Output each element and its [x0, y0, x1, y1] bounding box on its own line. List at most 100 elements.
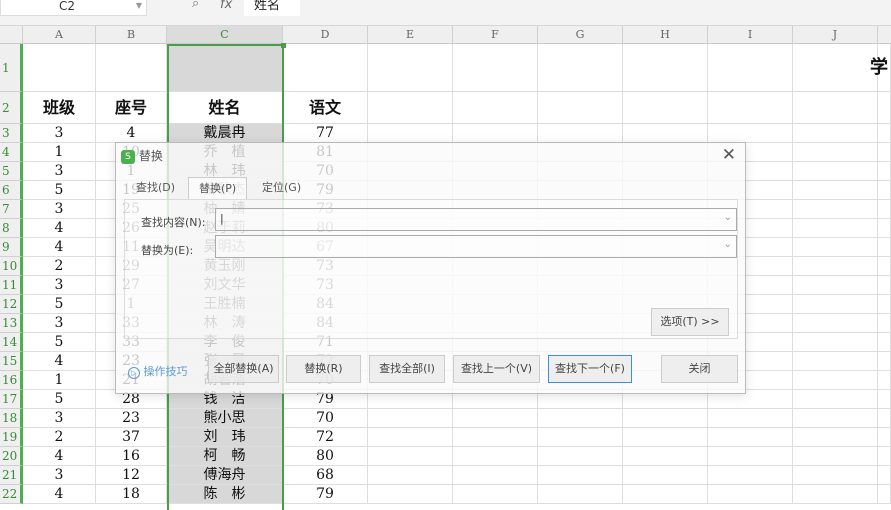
cell[interactable]: [453, 124, 538, 143]
row-header[interactable]: 4: [0, 143, 23, 162]
cell[interactable]: [793, 219, 878, 238]
zoom-search-icon[interactable]: ⌕: [192, 0, 199, 11]
cell[interactable]: 77: [283, 124, 368, 143]
cell[interactable]: [623, 428, 708, 447]
cell[interactable]: [368, 44, 453, 92]
cell[interactable]: 熊小思: [167, 409, 283, 428]
cell[interactable]: [793, 466, 878, 485]
cell[interactable]: [878, 447, 891, 466]
cell[interactable]: 3: [23, 200, 96, 219]
cell[interactable]: [283, 44, 368, 92]
column-header-H[interactable]: H: [623, 26, 708, 44]
cell[interactable]: 3: [23, 162, 96, 181]
cell[interactable]: [878, 219, 891, 238]
cell[interactable]: 80: [283, 447, 368, 466]
column-header-I[interactable]: I: [708, 26, 793, 44]
cell[interactable]: 陈 彬: [167, 485, 283, 504]
name-box[interactable]: C2 ▼: [0, 0, 147, 16]
cell[interactable]: [453, 466, 538, 485]
cell[interactable]: 68: [283, 466, 368, 485]
cell[interactable]: [878, 181, 891, 200]
cell[interactable]: [793, 92, 878, 124]
cell[interactable]: 18: [96, 485, 167, 504]
column-header-F[interactable]: F: [453, 26, 538, 44]
row-header[interactable]: 8: [0, 219, 23, 238]
cell[interactable]: [793, 257, 878, 276]
cell[interactable]: 5: [23, 390, 96, 409]
cell[interactable]: [167, 44, 283, 92]
cell[interactable]: [793, 428, 878, 447]
fill-handle[interactable]: [281, 43, 286, 48]
find-next-button[interactable]: 查找下一个(F): [548, 355, 632, 383]
cell[interactable]: [793, 238, 878, 257]
row-header[interactable]: 18: [0, 409, 23, 428]
cell[interactable]: [793, 200, 878, 219]
cell[interactable]: [623, 92, 708, 124]
row-header[interactable]: 22: [0, 485, 23, 504]
cell[interactable]: [878, 92, 891, 124]
cell[interactable]: [538, 92, 623, 124]
cell[interactable]: [368, 428, 453, 447]
cell[interactable]: 4: [23, 352, 96, 371]
cell[interactable]: 23: [96, 409, 167, 428]
close-button[interactable]: 关闭: [661, 355, 738, 383]
cell[interactable]: 70: [283, 409, 368, 428]
cell[interactable]: [793, 485, 878, 504]
find-input[interactable]: | ⌄: [215, 208, 737, 231]
cell[interactable]: [708, 447, 793, 466]
cell[interactable]: [623, 485, 708, 504]
column-header-A[interactable]: A: [23, 26, 96, 44]
row-header[interactable]: 15: [0, 352, 23, 371]
cell[interactable]: [538, 409, 623, 428]
cell[interactable]: [538, 44, 623, 92]
row-header[interactable]: 6: [0, 181, 23, 200]
row-header[interactable]: 16: [0, 371, 23, 390]
cell[interactable]: 座号: [96, 92, 167, 124]
cell[interactable]: [793, 124, 878, 143]
close-icon[interactable]: ✕: [722, 145, 736, 165]
cell[interactable]: 刘 玮: [167, 428, 283, 447]
cell[interactable]: [793, 333, 878, 352]
cell[interactable]: 柯 畅: [167, 447, 283, 466]
cell[interactable]: 4: [23, 219, 96, 238]
cell[interactable]: 4: [96, 124, 167, 143]
chevron-down-icon[interactable]: ⌄: [724, 239, 732, 250]
column-header-D[interactable]: D: [283, 26, 368, 44]
cell[interactable]: 2: [23, 257, 96, 276]
cell[interactable]: [623, 124, 708, 143]
row-header[interactable]: 21: [0, 466, 23, 485]
cell[interactable]: [878, 390, 891, 409]
cell[interactable]: [793, 314, 878, 333]
options-button[interactable]: 选项(T) >>: [651, 308, 729, 336]
cell[interactable]: 3: [23, 276, 96, 295]
cell[interactable]: [793, 44, 878, 92]
find-all-button[interactable]: 查找全部(I): [369, 355, 445, 383]
row-header[interactable]: 1: [0, 44, 23, 92]
fx-icon[interactable]: fx: [220, 0, 232, 12]
cell[interactable]: [23, 44, 96, 92]
cell[interactable]: [708, 428, 793, 447]
cell[interactable]: [878, 143, 891, 162]
cell[interactable]: [708, 485, 793, 504]
cell[interactable]: [793, 447, 878, 466]
column-header-k[interactable]: [878, 26, 891, 44]
cell[interactable]: [878, 314, 891, 333]
cell[interactable]: 1: [23, 371, 96, 390]
row-header[interactable]: 14: [0, 333, 23, 352]
cell[interactable]: [368, 447, 453, 466]
row-header[interactable]: 3: [0, 124, 23, 143]
row-header[interactable]: 5: [0, 162, 23, 181]
cell[interactable]: 79: [283, 485, 368, 504]
cell[interactable]: [623, 466, 708, 485]
cell[interactable]: [453, 44, 538, 92]
cell[interactable]: [453, 92, 538, 124]
cell[interactable]: 语文: [283, 92, 368, 124]
row-header[interactable]: 17: [0, 390, 23, 409]
row-header[interactable]: 20: [0, 447, 23, 466]
cell[interactable]: 3: [23, 314, 96, 333]
cell[interactable]: 12: [96, 466, 167, 485]
cell[interactable]: [878, 276, 891, 295]
cell[interactable]: [368, 92, 453, 124]
cell[interactable]: [793, 352, 878, 371]
cell[interactable]: [878, 295, 891, 314]
